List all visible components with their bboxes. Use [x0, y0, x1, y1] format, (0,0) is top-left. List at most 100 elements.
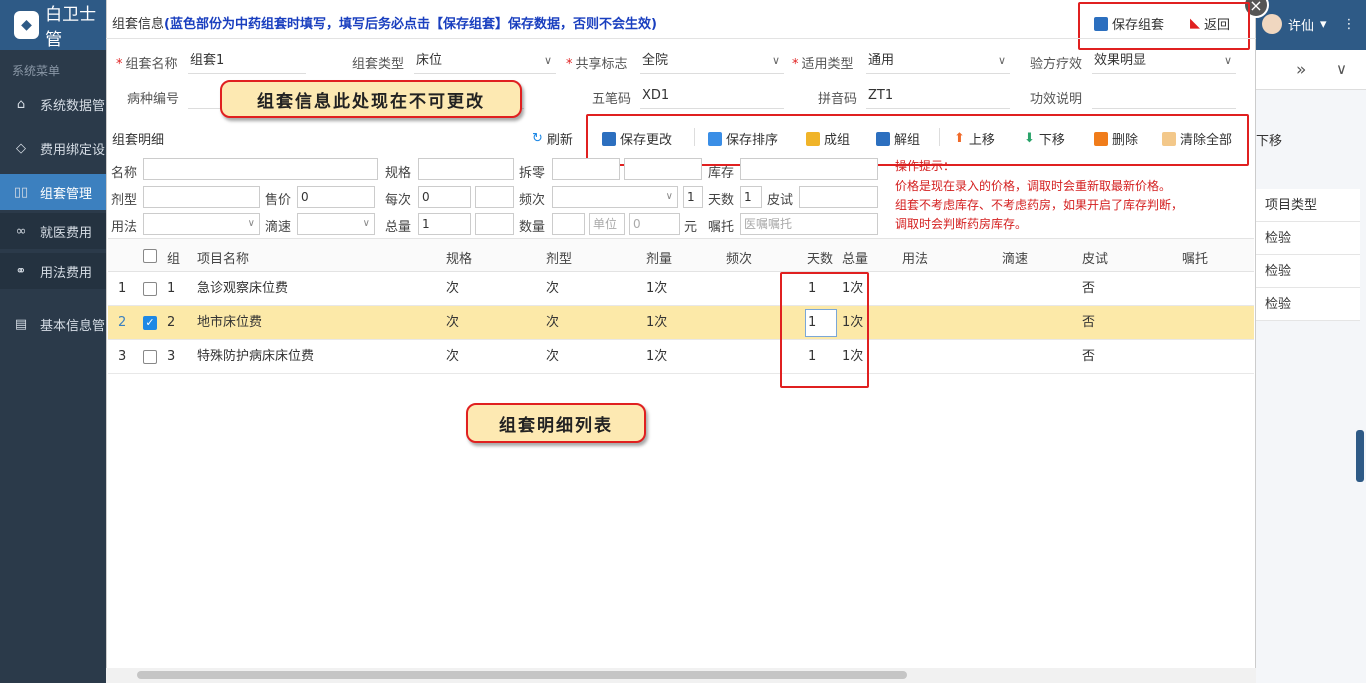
spec-label: 规格	[385, 166, 412, 181]
col-skin: 皮试	[1082, 252, 1109, 267]
table-row[interactable]: 3 3 特殊防护病床床位费 次 次 1次 1 1次 否	[108, 340, 1254, 374]
freq-select[interactable]: ∨	[552, 186, 678, 208]
scroll-indicator	[1356, 430, 1364, 482]
price-input[interactable]: 0	[297, 186, 375, 208]
sidebar-item-system-data[interactable]: ⌂ 系统数据管	[0, 86, 106, 122]
chevron-down-icon: ∨	[665, 191, 673, 202]
save-set-button[interactable]: 保存组套	[1094, 14, 1164, 33]
clear-all-button[interactable]: 清除全部	[1162, 129, 1232, 148]
sort-icon	[708, 131, 722, 146]
per-dose-unit-input[interactable]	[475, 186, 514, 208]
stock-input[interactable]	[740, 158, 878, 180]
yuan-label: 元	[684, 220, 698, 235]
advice-input[interactable]: 医嘱嘱托	[740, 213, 878, 235]
delete-button[interactable]: 删除	[1094, 129, 1138, 148]
split-extra-input[interactable]	[624, 158, 702, 180]
sidebar-item-set-management[interactable]: ▯▯ 组套管理	[0, 174, 106, 210]
table-row[interactable]: 1 1 急诊观察床位费 次 次 1次 1 1次 否	[108, 272, 1254, 306]
bg-move-down-button[interactable]: 下移	[1256, 130, 1282, 149]
bg-cell: 检验	[1256, 255, 1360, 288]
unit-input[interactable]: 单位	[589, 213, 625, 235]
spec-input[interactable]	[418, 158, 514, 180]
diamond-icon: ◇	[16, 140, 26, 156]
user-menu[interactable]: 许仙 ▾ ⋮	[1262, 14, 1356, 34]
app-title: 白卫士管	[45, 5, 97, 50]
app-header: ◆ 白卫士管	[0, 0, 106, 50]
back-button[interactable]: ◣ 返回	[1190, 14, 1230, 33]
tab-nav-bar	[1256, 50, 1366, 90]
disease-code-label: 病种编号	[127, 92, 180, 107]
bg-cell: 检验	[1256, 288, 1360, 321]
tab-dropdown-icon[interactable]: ∨	[1336, 60, 1347, 78]
days-input[interactable]: 1	[740, 186, 762, 208]
sidebar-item-usage-fee[interactable]: ⚭ 用法费用	[0, 253, 106, 289]
drip-rate-label: 滴速	[265, 220, 292, 235]
col-name: 项目名称	[197, 252, 250, 267]
share-flag-select[interactable]: 全院 ∨	[640, 48, 784, 74]
link-icon: ⚭	[15, 263, 27, 279]
set-type-label: 组套类型	[352, 57, 405, 72]
col-dose: 剂量	[646, 252, 673, 267]
group-button[interactable]: 成组	[806, 129, 850, 148]
tips-title: 操作提示：	[895, 159, 956, 173]
skin-test-input[interactable]	[799, 186, 878, 208]
refresh-button[interactable]: ↻ 刷新	[532, 129, 573, 148]
avatar	[1262, 14, 1282, 34]
row-checkbox[interactable]	[143, 282, 157, 296]
effect-select[interactable]: 效果明显 ∨	[1092, 48, 1236, 74]
set-type-select[interactable]: 床位 ∨	[414, 48, 556, 74]
divider	[106, 38, 1256, 39]
scrollbar-thumb[interactable]	[137, 671, 907, 679]
clear-icon	[1162, 131, 1176, 146]
apply-type-select[interactable]: 通用 ∨	[866, 48, 1010, 74]
refresh-icon: ↻	[532, 131, 543, 146]
freq-count-input[interactable]: 1	[683, 186, 703, 208]
highlight-box	[780, 272, 869, 388]
sidebar-caption: 系统菜单	[12, 64, 61, 78]
sidebar-item-basic-info[interactable]: ▤ 基本信息管	[0, 306, 106, 342]
more-icon[interactable]: ⋮	[1343, 17, 1356, 32]
col-usage: 用法	[902, 252, 929, 267]
pinyin-field[interactable]: ZT1	[866, 83, 1010, 109]
function-field[interactable]	[1092, 83, 1236, 109]
save-changes-button[interactable]: 保存更改	[602, 129, 672, 148]
total-input[interactable]: 1	[418, 213, 471, 235]
sidebar-item-medical-fee[interactable]: ∞ 就医费用	[0, 213, 106, 249]
form-input[interactable]	[143, 186, 260, 208]
advice-label: 嘱托	[708, 220, 735, 235]
usage-select[interactable]: ∨	[143, 213, 260, 235]
tips-line: 组套不考虑库存、不考虑药房，如果开启了库存判断，	[895, 198, 1184, 212]
info-callout: 组套信息此处现在不可更改	[220, 80, 522, 118]
split-label: 拆零	[519, 166, 546, 181]
move-up-button[interactable]: ⬆ 上移	[954, 129, 995, 148]
total-unit-input[interactable]	[475, 213, 514, 235]
sidebar-item-fee-binding[interactable]: ◇ 费用绑定设	[0, 130, 106, 166]
ungroup-button[interactable]: 解组	[876, 129, 920, 148]
drip-rate-select[interactable]: ∨	[297, 213, 375, 235]
table-row[interactable]: 2 ✓ 2 地市床位费 次 次 1次 1 1次 否	[108, 306, 1254, 340]
row-checkbox[interactable]	[143, 350, 157, 364]
col-group: 组	[167, 252, 181, 267]
col-total: 总量	[842, 252, 869, 267]
chevron-down-icon: ∨	[997, 54, 1006, 67]
set-name-field[interactable]: 组套1	[188, 48, 306, 74]
unit-price-input[interactable]: 0	[629, 213, 680, 235]
quantity-input[interactable]	[552, 213, 585, 235]
col-drip: 滴速	[1002, 252, 1029, 267]
divider	[939, 128, 940, 146]
col-form: 剂型	[546, 252, 573, 267]
per-dose-label: 每次	[385, 193, 412, 208]
price-label: 售价	[265, 193, 292, 208]
chevron-down-icon: ∨	[543, 54, 552, 67]
per-dose-input[interactable]: 0	[418, 186, 471, 208]
name-input[interactable]	[143, 158, 378, 180]
move-down-button[interactable]: ⬇ 下移	[1024, 129, 1065, 148]
save-order-button[interactable]: 保存排序	[708, 129, 778, 148]
tips-line: 价格是现在录入的价格，调取时会重新取最新价格。	[895, 179, 1172, 193]
select-all-checkbox[interactable]	[143, 249, 157, 263]
tab-scroll-icon[interactable]: »	[1296, 60, 1306, 80]
wubi-field[interactable]: XD1	[640, 83, 784, 109]
set-name-label: * 组套名称	[116, 57, 178, 72]
row-checkbox[interactable]: ✓	[143, 316, 157, 330]
split-input[interactable]	[552, 158, 620, 180]
